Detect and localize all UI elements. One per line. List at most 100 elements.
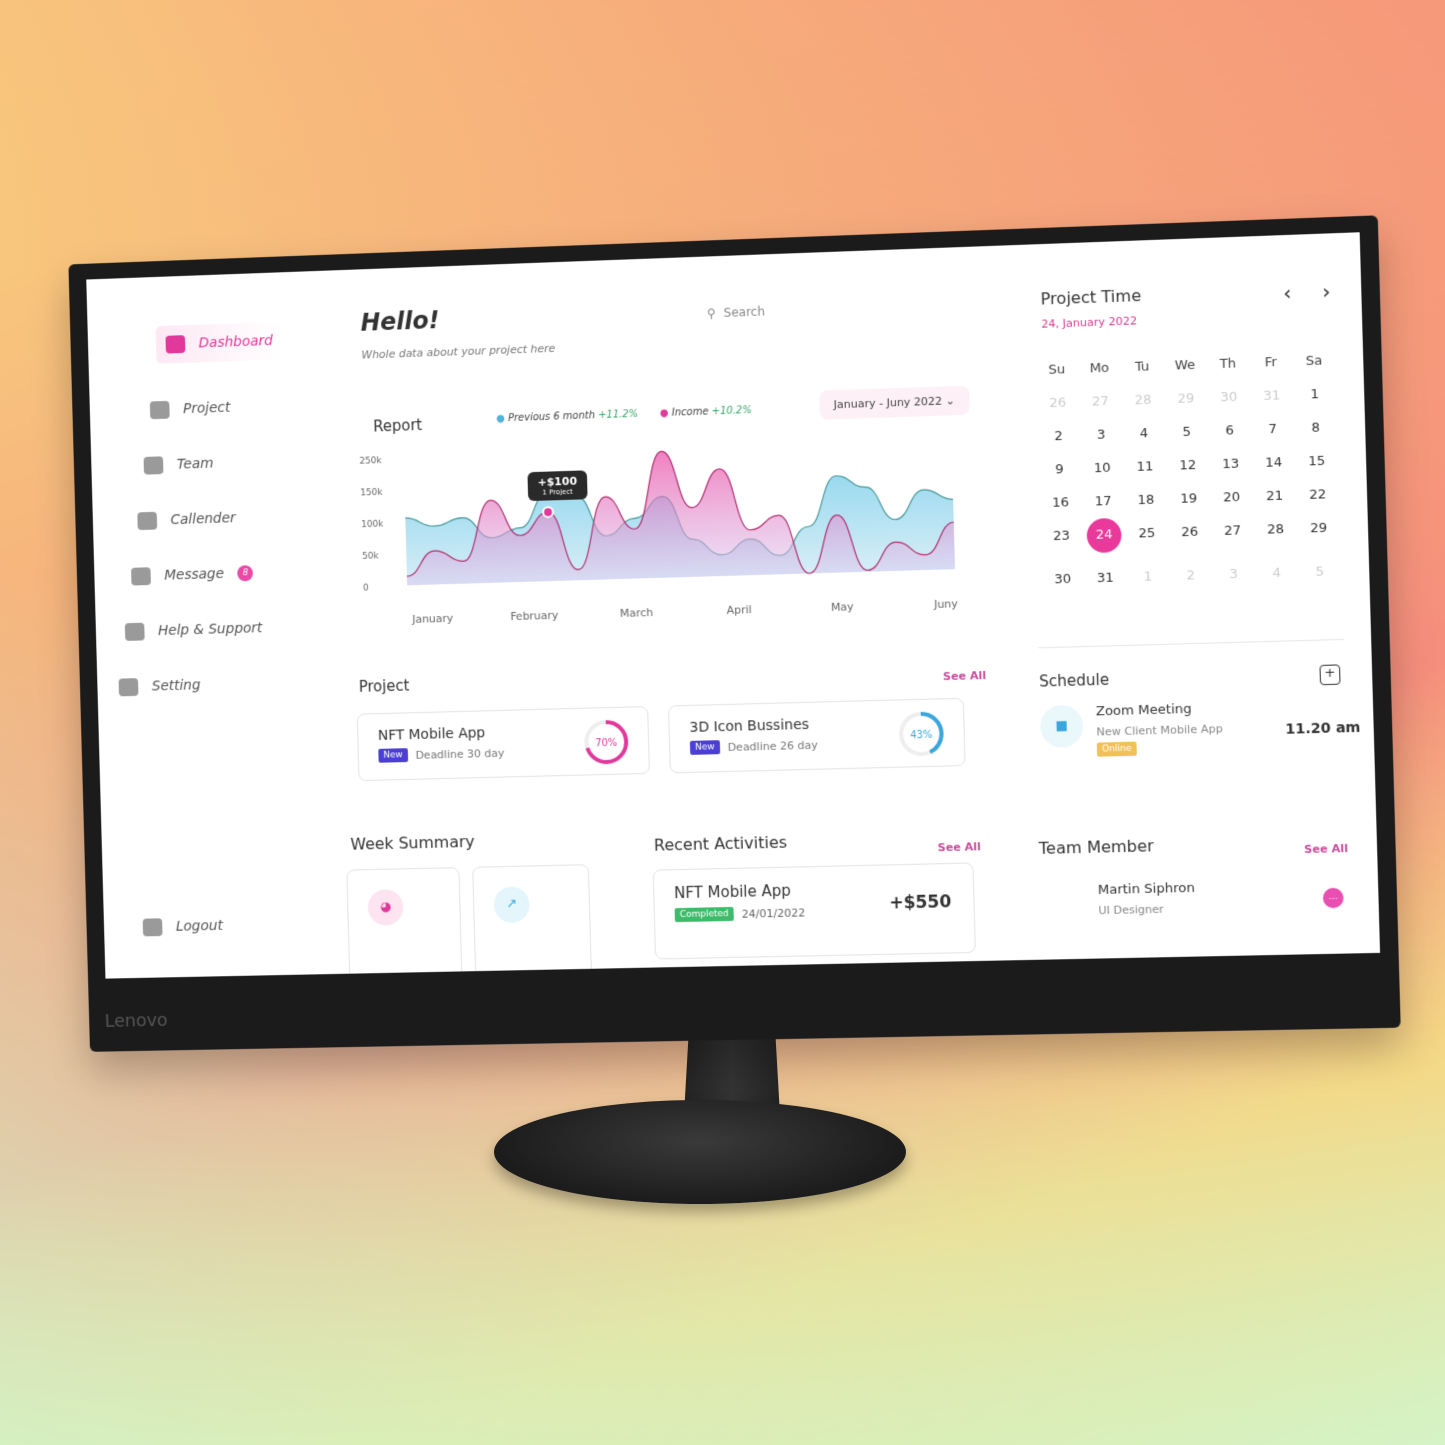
schedule-title: Schedule bbox=[1038, 670, 1110, 691]
calendar-day[interactable]: 26 bbox=[1036, 395, 1079, 412]
calendar-day[interactable]: 7 bbox=[1251, 421, 1294, 438]
calendar-day[interactable]: 5 bbox=[1298, 564, 1342, 580]
calendar-day[interactable]: 27 bbox=[1211, 523, 1255, 550]
x-tick-label: March bbox=[620, 606, 654, 620]
calendar-day[interactable]: 13 bbox=[1209, 456, 1252, 473]
users-icon bbox=[143, 456, 164, 475]
sidebar-item-project[interactable]: Project bbox=[149, 397, 285, 420]
x-tick-label: January bbox=[411, 612, 454, 626]
team-title: Team Member bbox=[1038, 836, 1155, 858]
calendar-day[interactable]: 22 bbox=[1296, 487, 1340, 504]
calendar-day[interactable]: 6 bbox=[1208, 423, 1251, 440]
calendar-day[interactable]: 21 bbox=[1253, 488, 1296, 505]
sidebar-item-message[interactable]: Message 8 bbox=[131, 563, 289, 586]
weekday-label: Mo bbox=[1089, 360, 1110, 377]
calendar-day[interactable]: 9 bbox=[1038, 462, 1081, 478]
team-member[interactable]: Martin Siphron UI Designer bbox=[1098, 881, 1196, 917]
calendar-icon bbox=[137, 511, 158, 531]
calendar-day[interactable]: 1 bbox=[1126, 569, 1169, 585]
calendar-day[interactable]: 15 bbox=[1295, 453, 1339, 470]
calendar-day[interactable]: 4 bbox=[1255, 565, 1298, 581]
progress-ring: 70% bbox=[582, 718, 631, 767]
calendar-day[interactable]: 12 bbox=[1166, 457, 1209, 474]
y-tick-label: 150k bbox=[360, 488, 383, 499]
calendar-day[interactable]: 16 bbox=[1039, 495, 1082, 511]
calendar-day[interactable]: 1 bbox=[1293, 386, 1337, 403]
activity-card[interactable]: NFT Mobile App Completed 24/01/2022 +$550 bbox=[652, 862, 976, 960]
x-tick-label: May bbox=[831, 600, 855, 614]
svg-text:70%: 70% bbox=[595, 738, 617, 750]
calendar-day[interactable]: 26 bbox=[1168, 524, 1212, 551]
project-card[interactable]: NFT Mobile App New Deadline 30 day 70% bbox=[356, 706, 650, 782]
trend-icon: ↗ bbox=[493, 886, 531, 924]
dashboard-screen: Dashboard Project Team Callender Message 8 He… bbox=[86, 232, 1381, 979]
sidebar-item-team[interactable]: Team bbox=[143, 452, 287, 475]
weekday-label: Su bbox=[1048, 362, 1066, 378]
y-tick-label: 0 bbox=[363, 583, 369, 593]
legend-previous: ● Previous 6 month +11.2% bbox=[496, 408, 639, 425]
calendar-day[interactable]: 4 bbox=[1122, 425, 1165, 442]
prev-month-button[interactable]: ‹ bbox=[1283, 280, 1292, 305]
schedule-item[interactable]: Zoom Meeting New Client Mobile App Onlin… bbox=[1096, 701, 1224, 757]
team-see-all[interactable]: See All bbox=[1304, 842, 1348, 856]
sidebar-item-dashboard[interactable]: Dashboard bbox=[155, 321, 284, 364]
logout-button[interactable]: Logout bbox=[142, 917, 223, 937]
calendar-day[interactable]: 29 bbox=[1297, 520, 1341, 547]
date-range-dropdown[interactable]: January - Juny 2022 ⌄ bbox=[819, 385, 970, 420]
weekday-label: Fr bbox=[1264, 354, 1278, 371]
calendar-day[interactable]: 24 bbox=[1086, 517, 1122, 554]
sidebar-item-help-support[interactable]: Help & Support bbox=[124, 618, 291, 641]
calendar-day[interactable]: 25 bbox=[1125, 525, 1168, 552]
calendar-grid: Su Mo Tu We Th Fr Sa 26 27 28 29 30 31 1 2 3 4 5 6 7 8 9 10 11 1… bbox=[1035, 353, 1341, 588]
message-icon[interactable]: … bbox=[1322, 887, 1344, 909]
calendar-day[interactable]: 20 bbox=[1210, 489, 1253, 506]
project-card[interactable]: 3D Icon Bussines New Deadline 26 day 43% bbox=[667, 697, 966, 774]
calendar-day[interactable]: 3 bbox=[1080, 427, 1123, 444]
briefcase-icon bbox=[149, 400, 170, 420]
weekday-label: Tu bbox=[1134, 359, 1150, 375]
calendar-day[interactable]: 31 bbox=[1250, 388, 1293, 405]
weekday-label: Sa bbox=[1305, 353, 1323, 370]
calendar-day[interactable]: 14 bbox=[1252, 455, 1295, 472]
calendar-day[interactable]: 23 bbox=[1040, 528, 1083, 554]
chart-tooltip: +$100 1 Project bbox=[527, 470, 588, 502]
recent-see-all[interactable]: See All bbox=[937, 840, 981, 854]
sidebar-item-setting[interactable]: Setting bbox=[118, 674, 293, 697]
schedule-time: 11.20 am bbox=[1285, 719, 1361, 738]
calendar-day[interactable]: 5 bbox=[1165, 424, 1208, 441]
recent-activities-title: Recent Activities bbox=[653, 832, 788, 855]
add-schedule-button[interactable]: + bbox=[1319, 664, 1341, 686]
calendar-day[interactable]: 27 bbox=[1079, 394, 1122, 411]
calendar-day[interactable]: 28 bbox=[1122, 392, 1165, 409]
week-summary-title: Week Summary bbox=[350, 831, 475, 854]
sidebar-item-callender[interactable]: Callender bbox=[137, 508, 287, 531]
calendar-day[interactable]: 11 bbox=[1123, 459, 1166, 476]
video-camera-icon: ■ bbox=[1039, 704, 1084, 749]
calendar-day[interactable]: 30 bbox=[1207, 389, 1250, 406]
calendar-day[interactable]: 29 bbox=[1164, 391, 1207, 408]
calendar-day[interactable]: 2 bbox=[1169, 568, 1212, 584]
search-icon: ⚲ bbox=[706, 306, 716, 321]
search-input[interactable]: ⚲ Search bbox=[707, 304, 765, 320]
x-tick-label: April bbox=[726, 603, 751, 617]
grid-icon bbox=[165, 335, 186, 354]
calendar-day[interactable]: 2 bbox=[1037, 428, 1080, 444]
week-card-trend[interactable]: ↗ bbox=[472, 864, 593, 979]
next-month-button[interactable]: › bbox=[1322, 279, 1331, 304]
brand-logo: Lenovo bbox=[104, 1009, 168, 1032]
calendar-day[interactable]: 10 bbox=[1081, 460, 1124, 477]
calendar-day[interactable]: 31 bbox=[1084, 570, 1127, 587]
calendar-day[interactable]: 17 bbox=[1082, 493, 1125, 510]
calendar-day[interactable]: 8 bbox=[1294, 420, 1338, 437]
calendar-day[interactable]: 28 bbox=[1254, 522, 1298, 549]
divider bbox=[1038, 638, 1345, 649]
calendar-day[interactable]: 3 bbox=[1212, 566, 1255, 582]
calendar-day[interactable]: 18 bbox=[1124, 492, 1167, 509]
chevron-down-icon: ⌄ bbox=[945, 394, 956, 408]
calendar-day[interactable]: 19 bbox=[1167, 491, 1210, 507]
calendar-day[interactable]: 30 bbox=[1041, 571, 1084, 588]
status-badge: Completed bbox=[674, 906, 734, 923]
week-card-pie[interactable]: ◕ bbox=[346, 867, 463, 979]
svg-text:43%: 43% bbox=[910, 730, 933, 742]
projects-see-all[interactable]: See All bbox=[943, 669, 987, 683]
